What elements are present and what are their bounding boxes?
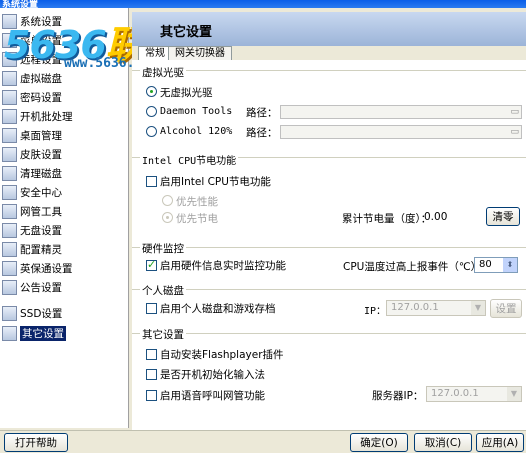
checkbox-personal-disk[interactable] [146,303,157,314]
boot-batch-icon [2,108,17,124]
sidebar-item-config-wizard[interactable]: 配置精灵 [2,240,126,258]
folder-icon[interactable]: ▭ [510,107,519,117]
sidebar: 系统设置 菜单设置 远程设置 虚拟磁盘 密码设置 开机批处理 桌面管理 皮肤设置… [0,8,129,428]
radio-label: 无虚拟光驱 [160,87,213,99]
chevron-down-icon[interactable]: ▼ [507,387,521,401]
sidebar-item-menu[interactable]: 菜单设置 [2,31,126,49]
sidebar-item-boot-batch[interactable]: 开机批处理 [2,107,126,125]
open-help-button[interactable]: 打开帮助 [4,433,68,452]
window-titlebar: 系统设置 [0,0,526,10]
radio-alcohol[interactable] [146,126,157,137]
checkbox-label: 启用语音呼叫网管功能 [160,390,265,402]
checkbox-label: 启用硬件信息实时监控功能 [160,260,286,272]
chevron-down-icon[interactable]: ▼ [471,301,485,315]
checkbox-label: 启用Intel CPU节电功能 [160,176,271,188]
sidebar-item-security[interactable]: 安全中心 [2,183,126,201]
cpu-temp-value: 80 [479,259,492,270]
spin-icon[interactable]: ⬍ [503,258,517,272]
page-header: 其它设置 [132,12,526,46]
radio-label: 优先节电 [176,213,218,225]
virtual-disk-icon [2,70,17,86]
diskless-icon [2,222,17,238]
apply-button[interactable]: 应用(A) [476,433,524,452]
sidebar-item-ssd[interactable]: SSD设置 [2,304,126,322]
menu-icon [2,32,17,48]
path-label: 路径： [246,107,278,119]
checkbox-label: 启用个人磁盘和游戏存档 [160,303,276,315]
cpu-temp-label: CPU温度过高上报事件（℃）： [343,261,487,273]
shield-icon [2,184,17,200]
password-icon [2,89,17,105]
yingbaotong-icon [2,260,17,276]
sidebar-item-virtual-disk[interactable]: 虚拟磁盘 [2,69,126,87]
checkbox-init-ime[interactable] [146,369,157,380]
wizard-icon [2,241,17,257]
sidebar-item-remote[interactable]: 远程设置 [2,50,126,68]
checkbox-label: 自动安装Flashplayer插件 [160,349,284,361]
sidebar-item-yingbaotong[interactable]: 英保通设置 [2,259,126,277]
server-ip-select[interactable]: 127.0.0.1 ▼ [426,386,522,402]
checkbox-voice-call[interactable] [146,390,157,401]
tab-gateway-switcher[interactable]: 网关切换器 [168,46,232,61]
sidebar-item-notice[interactable]: 公告设置 [2,278,126,296]
cancel-button[interactable]: 取消(C) [414,433,472,452]
sidebar-item-password[interactable]: 密码设置 [2,88,126,106]
checkbox-hardware-monitor[interactable] [146,258,157,271]
sidebar-item-clean-disk[interactable]: 清理磁盘 [2,164,126,182]
ssd-icon [2,305,17,321]
accumulated-power-label: 累计节电量（度）： [342,213,432,225]
gear-icon [2,325,17,341]
radio-label: Alcohol 120% [160,126,233,137]
sidebar-item-admin-tools[interactable]: 网管工具 [2,202,126,220]
group-title: 个人磁盘 [140,283,186,298]
personal-disk-ip-select[interactable]: 127.0.0.1 ▼ [386,300,486,316]
ok-button[interactable]: 确定(O) [350,433,408,452]
sidebar-item-desktop[interactable]: 桌面管理 [2,126,126,144]
server-ip-value: 127.0.0.1 [431,388,479,399]
tab-general[interactable]: 常规 [138,46,172,61]
tab-strip: 常规 网关切换器 [132,46,526,61]
notice-icon [2,279,17,295]
radio-daemon-tools[interactable] [146,106,157,117]
ip-label: IP： [364,306,387,317]
folder-icon[interactable]: ▭ [510,127,519,137]
group-title: 虚拟光驱 [140,65,186,80]
sidebar-item-other[interactable]: 其它设置 [2,324,126,342]
ip-value: 127.0.0.1 [391,302,439,313]
system-icon [2,13,17,29]
group-title: Intel CPU节电功能 [140,152,239,167]
daemon-path-input[interactable]: ▭ [280,105,522,119]
tools-icon [2,203,17,219]
radio-label: 优先性能 [176,196,218,208]
cpu-temp-spinner[interactable]: 80 ⬍ [474,257,518,273]
path-label: 路径： [246,127,278,139]
sidebar-item-skin[interactable]: 皮肤设置 [2,145,126,163]
server-ip-label: 服务器IP： [372,390,424,402]
checkbox-flashplayer[interactable] [146,349,157,360]
sidebar-item-diskless[interactable]: 无盘设置 [2,221,126,239]
radio-prefer-performance[interactable] [162,195,173,206]
clear-button[interactable]: 清零 [486,207,520,226]
checkbox-label: 是否开机初始化输入法 [160,369,265,381]
desktop-icon [2,127,17,143]
accumulated-power-value: 0.00 [424,211,448,223]
sidebar-item-system[interactable]: 系统设置 [2,12,126,30]
radio-prefer-power[interactable] [162,212,173,223]
radio-no-virtual-drive[interactable] [146,86,157,97]
group-title: 硬件监控 [140,241,186,256]
page-title: 其它设置 [160,25,213,40]
remote-icon [2,51,17,67]
skin-icon [2,146,17,162]
group-title: 其它设置 [140,327,186,342]
clean-disk-icon [2,165,17,181]
checkbox-enable-cpu-power[interactable] [146,176,157,187]
alcohol-path-input[interactable]: ▭ [280,125,522,139]
personal-disk-settings-button[interactable]: 设置 [490,299,522,318]
radio-label: Daemon Tools [160,106,233,117]
